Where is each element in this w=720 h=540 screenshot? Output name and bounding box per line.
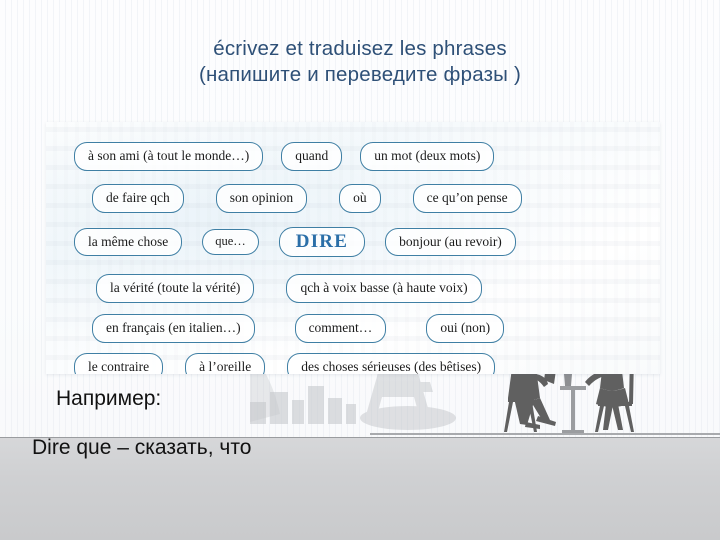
word-pill[interactable]: quand (281, 142, 343, 171)
title-line-french: écrivez et traduisez les phrases (213, 37, 507, 60)
word-pill[interactable]: la même chose (74, 227, 183, 257)
word-pill[interactable]: qch à voix basse (à haute voix) (286, 274, 482, 303)
word-row-1: à son ami (à tout le monde…) quand un mo… (74, 142, 495, 171)
word-pill[interactable]: que… (202, 229, 259, 255)
word-row-3: la même chose que… DIRE bonjour (au revo… (74, 227, 516, 257)
city-skyline-icon (250, 386, 356, 424)
word-pill[interactable]: bonjour (au revoir) (385, 227, 516, 257)
word-row-2: de faire qch son opinion où ce qu’on pen… (92, 184, 522, 213)
word-row-6: le contraire à l’oreille des choses séri… (74, 353, 496, 374)
word-pill[interactable]: en français (en italien…) (92, 314, 255, 343)
word-pill[interactable]: à l’oreille (185, 353, 266, 374)
word-row-4: la vérité (toute la vérité) qch à voix b… (96, 274, 482, 303)
word-pill[interactable]: à son ami (à tout le monde…) (74, 142, 264, 171)
word-pill[interactable]: de faire qch (92, 184, 184, 213)
title-line-russian: (напишите и переведите фразы ) (198, 62, 522, 86)
word-pill[interactable]: où (339, 184, 381, 213)
word-row-5: en français (en italien…) comment… oui (… (92, 314, 505, 343)
word-pill[interactable]: oui (non) (426, 314, 505, 343)
word-pill[interactable]: comment… (294, 314, 387, 343)
word-pill[interactable]: des choses sérieuses (des bêtises) (287, 353, 496, 374)
center-word-dire[interactable]: DIRE (278, 227, 366, 257)
word-pill[interactable]: le contraire (74, 353, 164, 374)
word-pill[interactable]: la vérité (toute la vérité) (96, 274, 255, 303)
word-card-panel: à son ami (à tout le monde…) quand un mo… (46, 122, 660, 374)
slide-canvas: écrivez et traduisez les phrases (напиши… (0, 0, 720, 540)
page-title: écrivez et traduisez les phrases (напиши… (0, 36, 720, 87)
word-pill[interactable]: un mot (deux mots) (360, 142, 495, 171)
word-pill[interactable]: son opinion (215, 184, 308, 213)
example-label: Например: (56, 387, 162, 410)
example-sentence: Dire que – сказать, что (32, 436, 252, 459)
word-pill[interactable]: ce qu’on pense (412, 184, 522, 213)
